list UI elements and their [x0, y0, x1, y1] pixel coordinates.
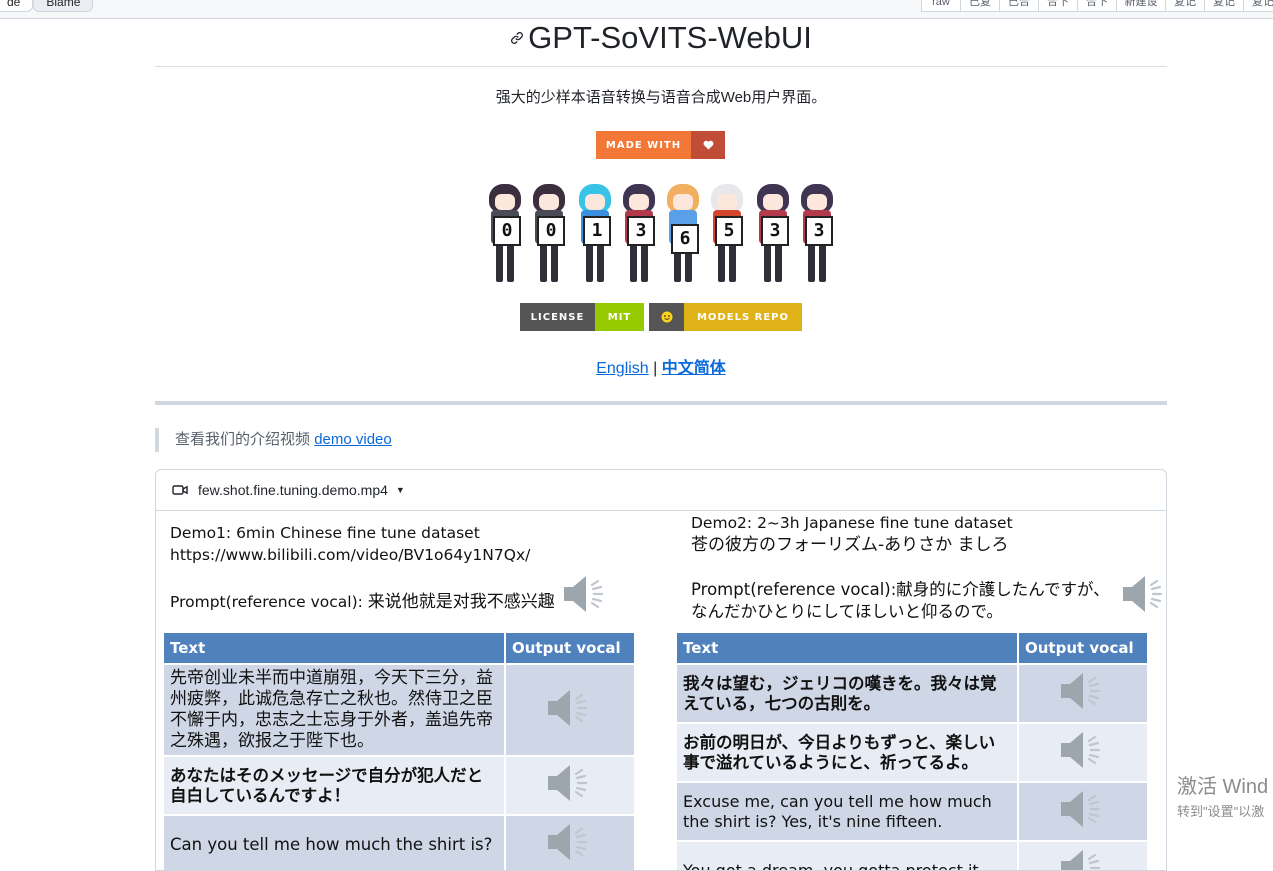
toolbar-button[interactable]: 复记: [1243, 0, 1273, 12]
models-repo-label: MODELS REPO: [684, 303, 802, 331]
demo1-table: Text Output vocal 先帝创业未半而中道崩殂，今天下三分，益州疲弊…: [162, 631, 636, 870]
row-text: Excuse me, can you tell me how much the …: [675, 781, 1019, 842]
made-with-label: MADE WITH: [596, 131, 691, 159]
made-with-badge[interactable]: MADE WITH: [596, 131, 725, 159]
video-embed: few.shot.fine.tuning.demo.mp4 ▼ Demo1: 6…: [155, 469, 1167, 871]
video-filename: few.shot.fine.tuning.demo.mp4: [198, 482, 388, 498]
intro-quote: 查看我们的介绍视频 demo video: [155, 428, 392, 452]
digit-value: 3: [761, 216, 789, 246]
visitor-counter: 0 0 1 3 6 5 3 3: [483, 180, 843, 284]
demo1-title: Demo1: 6min Chinese fine tune dataset: [170, 524, 480, 542]
demo2-panel: Demo2: 2~3h Japanese fine tune dataset 苍…: [675, 511, 1166, 870]
video-header[interactable]: few.shot.fine.tuning.demo.mp4 ▼: [156, 470, 1166, 511]
chinese-link[interactable]: 中文简体: [662, 360, 726, 377]
row-text: 我々は望む，ジェリコの嘆きを。我々は覚えている，七つの古則を。: [675, 663, 1019, 724]
column-header: Text: [162, 631, 506, 665]
license-value: MIT: [595, 303, 644, 331]
table-row: Excuse me, can you tell me how much the …: [675, 781, 1149, 842]
table-row: 先帝创业未半而中道崩殂，今天下三分，益州疲弊，此诚危急存亡之秋也。然侍卫之臣不懈…: [162, 663, 636, 757]
speaker-icon[interactable]: [544, 760, 596, 811]
speaker-icon[interactable]: [1119, 571, 1166, 621]
video-icon: [172, 484, 188, 496]
language-separator: |: [653, 360, 658, 377]
speaker-icon[interactable]: [1057, 845, 1109, 870]
demo1-prompt: Prompt(reference vocal): 来说他就是对我不感兴趣: [170, 576, 642, 622]
toolbar-button[interactable]: 新建设: [1116, 0, 1166, 12]
english-link[interactable]: English: [596, 360, 648, 377]
file-toolbar: de Blame raw 已复 已合 合下 合下 新建设 复记 复记 复记: [0, 0, 1273, 19]
digit-value: 3: [805, 216, 833, 246]
digit-value: 0: [493, 216, 521, 246]
demo2-table: Text Output vocal 我々は望む，ジェリコの嘆きを。我々は覚えてい…: [675, 631, 1149, 870]
prompt-text: 来说他就是对我不感兴趣: [367, 592, 555, 612]
demo2-title: Demo2: 2~3h Japanese fine tune dataset: [691, 514, 1013, 532]
table-row: あなたはそのメッセージで自分が犯人だと自白しているんですよ！: [162, 755, 636, 816]
counter-digit: 1: [573, 180, 617, 284]
caret-down-icon[interactable]: ▼: [396, 485, 405, 495]
table-row: Can you tell me how much the shirt is?: [162, 814, 636, 870]
row-text: Can you tell me how much the shirt is?: [162, 814, 506, 870]
counter-digit: 0: [527, 180, 571, 284]
counter-digit: 6: [661, 180, 705, 284]
digit-value: 0: [537, 216, 565, 246]
blame-tab[interactable]: Blame: [33, 0, 94, 12]
intro-text: 查看我们的介绍视频: [175, 431, 311, 448]
divider: [155, 401, 1167, 405]
heart-icon: [691, 131, 725, 159]
toolbar-button[interactable]: 已复: [960, 0, 1000, 12]
language-links: English | 中文简体: [155, 354, 1167, 378]
speaker-icon[interactable]: [1057, 786, 1109, 837]
watermark-line2: 转到"设置"以激: [1177, 804, 1265, 819]
counter-digit: 0: [483, 180, 527, 284]
counter-digit: 3: [617, 180, 661, 284]
raw-button[interactable]: raw: [921, 0, 961, 12]
models-repo-badge[interactable]: MODELS REPO: [649, 303, 802, 331]
speaker-icon[interactable]: [544, 819, 596, 870]
toolbar-button[interactable]: 合下: [1077, 0, 1117, 12]
toolbar-button[interactable]: 复记: [1165, 0, 1205, 12]
title-text: GPT-SoVITS-WebUI: [528, 20, 812, 55]
counter-digit: 5: [705, 180, 749, 284]
toolbar-button[interactable]: 复记: [1204, 0, 1244, 12]
subtitle: 强大的少样本语音转换与语音合成Web用户界面。: [495, 89, 827, 106]
demo2-prompt: Prompt(reference vocal):献身的に介護したんですが、なんだ…: [691, 579, 1121, 623]
digit-value: 3: [627, 216, 655, 246]
hugging-face-icon: [649, 303, 684, 331]
page-title: GPT-SoVITS-WebUI: [155, 18, 1167, 67]
column-header: Output vocal: [1017, 631, 1149, 665]
column-header: Output vocal: [504, 631, 636, 665]
column-header: Text: [675, 631, 1019, 665]
digit-value: 1: [583, 216, 611, 246]
demo-video-link[interactable]: demo video: [314, 431, 392, 448]
prompt-label: Prompt(reference vocal):: [170, 593, 368, 611]
demo2-subtitle: 苍の彼方のフォーリズム-ありさか ましろ: [691, 535, 1009, 555]
counter-digit: 3: [751, 180, 795, 284]
link-icon[interactable]: [510, 31, 524, 50]
table-row: お前の明日が、今日よりもずっと、楽しい事で溢れているようにと、祈ってるよ。: [675, 722, 1149, 783]
row-text: 先帝创业未半而中道崩殂，今天下三分，益州疲弊，此诚危急存亡之秋也。然侍卫之臣不懈…: [162, 663, 506, 757]
digit-value: 5: [715, 216, 743, 246]
toolbar-button[interactable]: 已合: [999, 0, 1039, 12]
demo1-url: https://www.bilibili.com/video/BV1o64y1N…: [170, 546, 531, 564]
prompt-label: Prompt(reference vocal):: [691, 580, 897, 599]
demo1-panel: Demo1: 6min Chinese fine tune dataset ht…: [162, 511, 642, 870]
row-text: あなたはそのメッセージで自分が犯人だと自白しているんですよ！: [162, 755, 506, 816]
speaker-icon[interactable]: [1057, 727, 1109, 778]
watermark-line1: 激活 Wind: [1177, 776, 1269, 798]
windows-activation-watermark: 激活 Wind 转到"设置"以激: [1177, 770, 1273, 820]
speaker-icon[interactable]: [1057, 668, 1109, 719]
table-row: 我々は望む，ジェリコの嘆きを。我々は覚えている，七つの古則を。: [675, 663, 1149, 724]
license-badge[interactable]: LICENSE MIT: [520, 303, 644, 331]
license-label: LICENSE: [520, 303, 595, 331]
counter-digit: 3: [795, 180, 839, 284]
code-tab[interactable]: de: [0, 0, 34, 12]
row-text: お前の明日が、今日よりもずっと、楽しい事で溢れているようにと、祈ってるよ。: [675, 722, 1019, 783]
digit-value: 6: [671, 224, 699, 254]
speaker-icon[interactable]: [544, 685, 596, 736]
speaker-icon[interactable]: [560, 571, 612, 622]
toolbar-button[interactable]: 合下: [1038, 0, 1078, 12]
